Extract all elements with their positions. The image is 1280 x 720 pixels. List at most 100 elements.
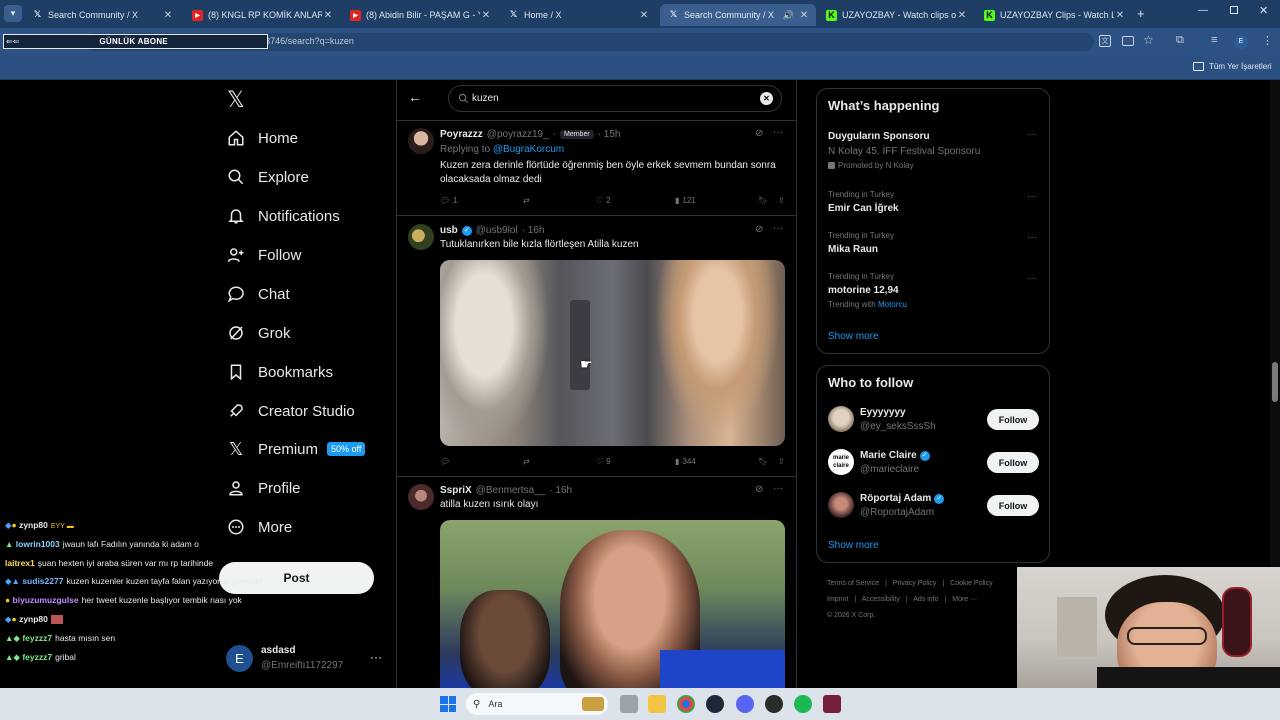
grok-icon[interactable]: ⊘: [755, 224, 763, 235]
more-dots-icon[interactable]: ···: [1027, 273, 1037, 284]
reply-to-link[interactable]: @BugraKorcum: [493, 144, 564, 155]
trend-item[interactable]: Duyguların Sponsoru N Kolay 45. İFF Fest…: [817, 125, 1049, 173]
footer-link[interactable]: Imprint: [827, 596, 848, 603]
repost-button[interactable]: ⇄: [523, 457, 596, 466]
tweet-image[interactable]: [440, 520, 785, 688]
sidebar-item-premium[interactable]: 𝕏 Premium 50% off: [226, 434, 366, 464]
avatar[interactable]: [408, 128, 434, 154]
browser-menu-icon[interactable]: ⋮: [1262, 34, 1273, 47]
bookmark-button[interactable]: 🔖︎: [758, 457, 778, 466]
start-button-icon[interactable]: [440, 696, 456, 712]
close-tab-icon[interactable]: ✕: [162, 10, 174, 21]
follow-suggestion[interactable]: Röportaj Adam ✓ @RoportajAdam Follow: [817, 489, 1049, 523]
tweet-author-name[interactable]: SspriX: [440, 485, 472, 496]
extensions-icon[interactable]: ⧉: [1176, 34, 1184, 47]
sidebar-item-grok[interactable]: Grok: [226, 318, 291, 348]
taskbar-search[interactable]: ⚲ Ara: [466, 693, 608, 715]
tweet-author-handle[interactable]: @poyrazz19_: [487, 129, 549, 140]
views-button[interactable]: ▮ 344: [675, 457, 758, 466]
sidebar-item-explore[interactable]: Explore: [226, 162, 309, 192]
scrollbar-thumb[interactable]: [1272, 362, 1278, 402]
repost-button[interactable]: ⇄: [523, 196, 596, 205]
tweet-author-handle[interactable]: @usb9lol: [476, 225, 518, 236]
back-arrow-icon[interactable]: ←: [408, 89, 422, 105]
x-logo-icon[interactable]: 𝕏: [227, 88, 245, 113]
task-view-icon[interactable]: [620, 695, 638, 713]
tweet-video[interactable]: ☛: [440, 260, 785, 446]
follow-suggestion[interactable]: marie claire Marie Claire ✓ @marieclaire…: [817, 446, 1049, 480]
browser-tab[interactable]: ▶ (8) Abidin Bilir - PAŞAM G - Yo ✕: [342, 4, 498, 26]
close-tab-icon[interactable]: ✕: [798, 10, 810, 21]
grok-icon[interactable]: ⊘: [755, 484, 763, 495]
like-button[interactable]: ♡ 9: [596, 457, 675, 466]
app-icon[interactable]: [823, 695, 841, 713]
browser-tab[interactable]: ▶(8) KNGL RP KOMİK ANLAR #9✕: [184, 4, 340, 26]
share-button[interactable]: ⇧: [778, 457, 785, 466]
follow-button[interactable]: Follow: [987, 495, 1039, 516]
footer-link[interactable]: More ···: [952, 596, 977, 603]
more-dots-icon[interactable]: ···: [1027, 129, 1037, 140]
discord-icon[interactable]: [736, 695, 754, 713]
more-dots-icon[interactable]: ···: [773, 223, 783, 234]
grok-icon[interactable]: ⊘: [755, 128, 763, 139]
browser-tab-active[interactable]: 𝕏 Search Community / X 🔊 ✕: [660, 4, 816, 26]
browser-tab[interactable]: 𝕏 Home / X ✕: [500, 4, 656, 26]
close-tab-icon[interactable]: ✕: [480, 10, 492, 21]
more-dots-icon[interactable]: ···: [773, 483, 783, 494]
tweet-author-name[interactable]: Poyrazzz: [440, 129, 483, 140]
more-dots-icon[interactable]: ···: [1027, 191, 1037, 202]
like-button[interactable]: ♡ 2: [596, 196, 675, 205]
avatar[interactable]: [408, 224, 434, 250]
trend-item[interactable]: Trending in Turkey Mika Raun ···: [817, 228, 1049, 262]
browser-tab[interactable]: 𝕏 Search Community / X ✕: [24, 4, 180, 26]
sidebar-item-notifications[interactable]: Notifications: [226, 201, 340, 231]
follow-suggestion[interactable]: Eyyyyyyy @ey_seksSssSh Follow: [817, 403, 1049, 437]
footer-link[interactable]: Ads info: [913, 596, 938, 603]
chrome-icon[interactable]: [677, 695, 695, 713]
follow-button[interactable]: Follow: [987, 452, 1039, 473]
close-tab-icon[interactable]: ✕: [322, 10, 334, 21]
browser-tab[interactable]: KUZAYOZBAY Clips - Watch Live✕: [976, 4, 1132, 26]
sidebar-item-chat[interactable]: Chat: [226, 279, 290, 309]
minimize-icon[interactable]: —: [1198, 5, 1208, 16]
footer-link[interactable]: Cookie Policy: [950, 580, 992, 587]
close-window-icon[interactable]: ✕: [1259, 4, 1268, 17]
sidebar-item-bookmarks[interactable]: Bookmarks: [226, 357, 333, 387]
sidebar-item-home[interactable]: Home: [226, 123, 298, 153]
trend-item[interactable]: Trending in Turkey motorine 12,94 Trendi…: [817, 269, 1049, 315]
speaker-icon[interactable]: 🔊: [783, 10, 794, 21]
file-explorer-icon[interactable]: [648, 695, 666, 713]
trend-item[interactable]: Trending in Turkey Emir Can İğrek ···: [817, 187, 1049, 221]
bookmark-star-icon[interactable]: ☆: [1143, 33, 1154, 47]
maximize-icon[interactable]: [1230, 6, 1238, 14]
footer-link[interactable]: Terms of Service: [827, 580, 879, 587]
close-tab-icon[interactable]: ✕: [1114, 10, 1126, 21]
tab-list-menu-button[interactable]: ▾: [4, 5, 22, 22]
footer-link[interactable]: Privacy Policy: [893, 580, 937, 587]
sidebar-item-creator-studio[interactable]: Creator Studio: [226, 396, 355, 426]
translate-icon[interactable]: 文: [1099, 35, 1111, 47]
close-tab-icon[interactable]: ✕: [956, 10, 968, 21]
all-bookmarks-link[interactable]: Tüm Yer İşaretleri: [1209, 62, 1272, 71]
cast-icon[interactable]: [1122, 36, 1134, 46]
media-control-icon[interactable]: ≡: [1211, 34, 1217, 46]
tweet-time[interactable]: · 16h: [549, 485, 572, 496]
footer-link[interactable]: Accessibility: [862, 596, 900, 603]
follow-button[interactable]: Follow: [987, 409, 1039, 430]
tweet-time[interactable]: · 15h: [598, 129, 621, 140]
spotify-icon[interactable]: [794, 695, 812, 713]
sidebar-item-profile[interactable]: Profile: [226, 473, 301, 503]
sidebar-item-follow[interactable]: Follow: [226, 240, 301, 270]
more-dots-icon[interactable]: ···: [370, 650, 382, 664]
more-dots-icon[interactable]: ···: [1027, 232, 1037, 243]
steam-icon[interactable]: [706, 695, 724, 713]
show-more-link[interactable]: Show more: [828, 540, 879, 551]
search-input[interactable]: kuzen ✕: [448, 85, 782, 112]
avatar[interactable]: [408, 484, 434, 510]
new-tab-icon[interactable]: +: [1137, 6, 1145, 21]
trending-with-link[interactable]: Motorcu: [878, 300, 907, 309]
show-more-link[interactable]: Show more: [828, 331, 879, 342]
bookmark-button[interactable]: 🔖︎: [758, 196, 778, 205]
share-button[interactable]: ⇧: [778, 196, 785, 205]
browser-tab[interactable]: KUZAYOZBAY - Watch clips on K✕: [818, 4, 974, 26]
